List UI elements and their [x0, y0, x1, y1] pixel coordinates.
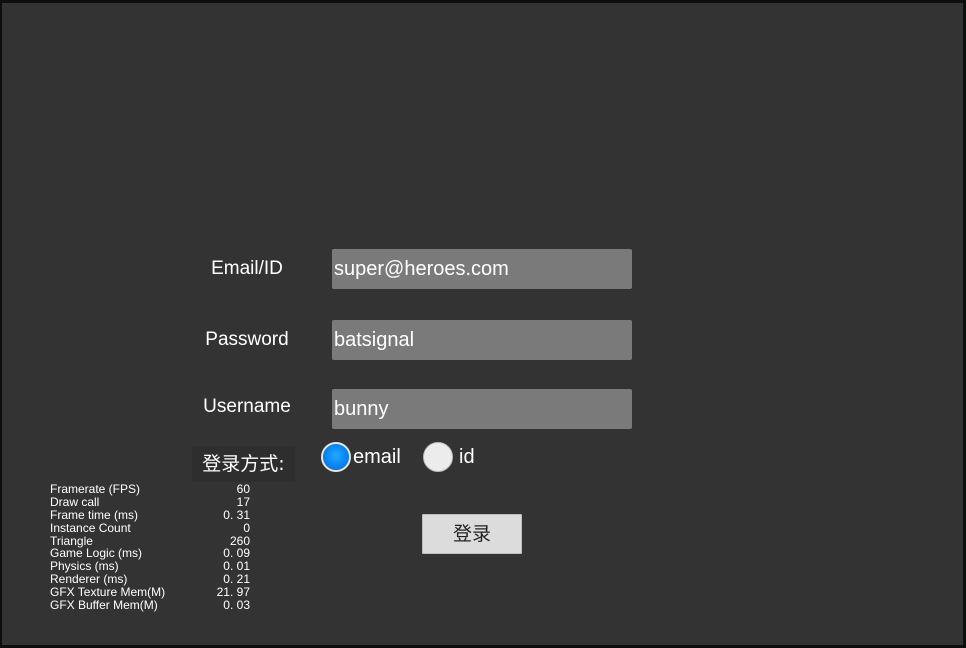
username-label: Username [203, 396, 291, 417]
stat-value: 17 [236, 494, 250, 509]
stat-name: Frame time (ms) [50, 507, 138, 522]
stat-row: Frame time (ms) 0. 31 [50, 507, 250, 522]
stat-name: Framerate (FPS) [50, 482, 141, 496]
email-radio-label[interactable]: email [353, 446, 401, 469]
stat-name: GFX Buffer Mem(M) [50, 598, 158, 613]
game-canvas: Email/ID Password Username 登录方式: email i… [2, 3, 963, 645]
login-mode-label: 登录方式: [192, 446, 295, 482]
stat-row: Draw call 17 [50, 494, 250, 509]
stat-value: 60 [236, 482, 250, 496]
email-label: Email/ID [211, 258, 283, 279]
stat-name: Draw call [50, 494, 100, 509]
profiler-stats-panel: Framerate (FPS) 60 Draw call 17 Frame ti… [50, 483, 250, 612]
password-label: Password [205, 329, 289, 350]
stat-row: Framerate (FPS) 60 [50, 483, 250, 496]
id-radio[interactable] [423, 442, 453, 472]
stat-value: 0. 31 [223, 507, 250, 522]
id-radio-label[interactable]: id [459, 446, 475, 469]
email-radio[interactable] [321, 442, 351, 472]
login-button[interactable]: 登录 [422, 514, 522, 554]
username-input[interactable] [332, 389, 632, 429]
stat-row: Instance Count 0 [50, 520, 250, 535]
stat-value: 0. 03 [223, 598, 250, 613]
stat-name: Instance Count [50, 520, 131, 535]
stat-row: GFX Buffer Mem(M) 0. 03 [50, 599, 250, 612]
password-input[interactable] [332, 320, 632, 360]
stat-value: 0 [243, 520, 250, 535]
email-input[interactable] [332, 249, 632, 289]
